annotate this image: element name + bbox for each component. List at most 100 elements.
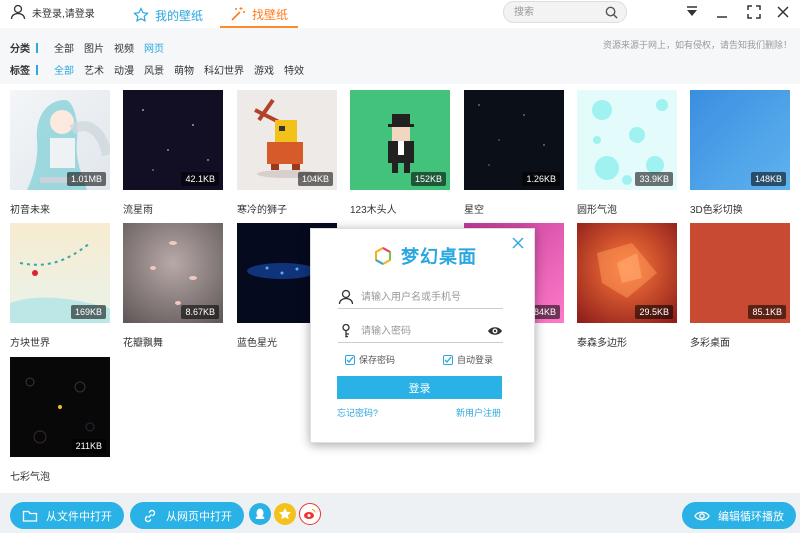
copyright-notice: 资源来源于网上，如有侵权，请告知我们删除！ — [602, 40, 792, 50]
checkmark-icon — [444, 356, 452, 363]
file-size-badge: 8.67KB — [181, 305, 219, 319]
file-size-badge: 42.1KB — [181, 172, 219, 186]
magic-wand-icon — [231, 7, 245, 21]
auto-login-label: 自动登录 — [457, 355, 494, 365]
wallpaper-title: 泰森多边形 — [577, 338, 627, 349]
tag-scifi[interactable]: 科幻世界 — [204, 62, 244, 77]
tag-art[interactable]: 艺术 — [84, 62, 104, 77]
wallpaper-thumb[interactable]: 152KB — [350, 90, 450, 190]
file-size-badge: 169KB — [70, 305, 106, 319]
search-box — [503, 1, 627, 23]
open-from-web-button[interactable]: 从网页中打开 — [130, 502, 244, 529]
link-icon — [144, 509, 156, 522]
forgot-password-link[interactable]: 忘记密码? — [337, 406, 378, 419]
remember-password-label: 保存密码 — [359, 355, 396, 365]
wallpaper-title: 3D色彩切换 — [690, 205, 743, 216]
file-size-badge: 211KB — [71, 439, 106, 453]
brand-name: 梦幻桌面 — [401, 247, 477, 267]
file-size-badge: 1.26KB — [522, 172, 560, 186]
wallpaper-title: 七彩气泡 — [10, 472, 50, 483]
user-icon — [10, 4, 26, 20]
checkmark-icon — [346, 356, 354, 363]
show-password-eye-icon[interactable] — [487, 323, 503, 339]
tag-row: 标签 全部 艺术 动漫 风景 萌物 科幻世界 游戏 特效 — [10, 62, 314, 77]
wallpaper-thumb[interactable]: 211KB — [10, 357, 110, 457]
star-icon — [133, 7, 149, 23]
wallpaper-title: 流星雨 — [123, 205, 153, 216]
register-link[interactable]: 新用户注册 — [456, 406, 501, 419]
file-size-badge: 1.01MB — [66, 172, 106, 186]
wallpaper-thumb[interactable]: 104KB — [237, 90, 337, 190]
wallpaper-title: 蓝色星光 — [237, 338, 277, 349]
checkbox-box — [345, 354, 355, 365]
edit-loop-playback-button[interactable]: 编辑循环播放 — [682, 502, 796, 529]
category-images[interactable]: 图片 — [84, 40, 104, 55]
wallpaper-thumb[interactable]: 42.1KB — [123, 90, 223, 190]
wallpaper-title: 花瓣飘舞 — [123, 338, 163, 349]
checkbox-box — [443, 354, 453, 365]
key-icon — [342, 323, 350, 338]
wallpaper-thumb[interactable]: 8.67KB — [123, 223, 223, 323]
category-web[interactable]: 网页 — [144, 40, 164, 55]
qzone-star-icon — [279, 508, 291, 520]
wallpaper-thumb[interactable]: 1.01MB — [10, 90, 110, 190]
wallpaper-title: 寒冷的狮子 — [237, 205, 287, 216]
remember-password-checkbox[interactable]: 保存密码 — [345, 353, 395, 366]
tab-find-wallpapers[interactable]: 找壁纸 — [220, 2, 298, 28]
username-input[interactable] — [361, 290, 481, 304]
tag-anime[interactable]: 动漫 — [114, 62, 134, 77]
login-button[interactable]: 登录 — [337, 376, 502, 399]
category-all[interactable]: 全部 — [54, 40, 74, 55]
open-from-web-label: 从网页中打开 — [166, 510, 232, 523]
tag-game[interactable]: 游戏 — [254, 62, 274, 77]
search-input[interactable] — [514, 5, 600, 19]
filter-bar: 分类 全部 图片 视频 网页 标签 全部 艺术 动漫 风景 萌物 科幻世界 游戏… — [0, 28, 800, 84]
file-size-badge: 104KB — [297, 172, 333, 186]
tag-label: 标签 — [10, 66, 30, 77]
file-size-badge: 148KB — [750, 172, 786, 186]
wallpaper-thumb[interactable]: 1.26KB — [464, 90, 564, 190]
wallpaper-title: 圆形气泡 — [577, 205, 617, 216]
close-icon[interactable] — [775, 4, 791, 20]
password-input[interactable] — [361, 324, 481, 338]
tag-landscape[interactable]: 风景 — [144, 62, 164, 77]
eye-icon — [694, 511, 710, 520]
edit-loop-playback-label: 编辑循环播放 — [718, 510, 784, 523]
category-videos[interactable]: 视频 — [114, 40, 134, 55]
category-label: 分类 — [10, 44, 30, 55]
wallpaper-thumb[interactable]: 85.1KB — [690, 223, 790, 323]
header: 未登录,请登录 我的壁纸 找壁纸 — [0, 0, 800, 28]
wallpaper-thumb[interactable]: 33.9KB — [577, 90, 677, 190]
minimize-icon[interactable] — [714, 4, 730, 20]
auto-login-checkbox[interactable]: 自动登录 — [443, 353, 493, 366]
password-field — [338, 321, 503, 343]
brand-logo: 梦幻桌面 — [373, 243, 477, 269]
open-from-file-button[interactable]: 从文件中打开 — [10, 502, 124, 529]
wallpaper-title: 初音未来 — [10, 205, 50, 216]
tag-divider — [36, 64, 38, 75]
footer-bar: 从文件中打开 从网页中打开 编辑循环播放 — [0, 493, 800, 533]
tab-my-wallpapers[interactable]: 我的壁纸 — [133, 2, 203, 28]
tab-find-wallpapers-label: 找壁纸 — [251, 7, 288, 22]
weibo-share-button[interactable] — [299, 503, 321, 525]
wallpaper-thumb[interactable]: 148KB — [690, 90, 790, 190]
user-login-area[interactable]: 未登录,请登录 — [10, 4, 95, 20]
user-icon — [338, 289, 354, 305]
qq-icon — [255, 508, 265, 519]
wallpaper-thumb[interactable]: 169KB — [10, 223, 110, 323]
wallpaper-thumb[interactable]: 29.5KB — [577, 223, 677, 323]
username-field — [338, 287, 503, 309]
qzone-share-button[interactable] — [274, 503, 296, 525]
tag-effects[interactable]: 特效 — [284, 62, 304, 77]
close-icon[interactable] — [512, 237, 524, 249]
file-size-badge: 85.1KB — [748, 305, 786, 319]
search-icon[interactable] — [604, 5, 619, 20]
category-row: 分类 全部 图片 视频 网页 — [10, 40, 174, 55]
file-size-badge: 33.9KB — [635, 172, 673, 186]
category-divider — [36, 42, 38, 53]
maximize-icon[interactable] — [746, 4, 762, 20]
qq-share-button[interactable] — [249, 503, 271, 525]
tag-cute[interactable]: 萌物 — [174, 62, 194, 77]
tag-all[interactable]: 全部 — [54, 62, 74, 77]
dropdown-menu-icon[interactable] — [684, 4, 700, 20]
